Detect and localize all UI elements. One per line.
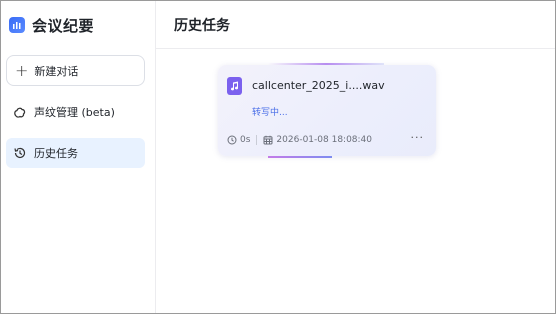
card-progress-line — [268, 156, 332, 158]
app-logo-icon — [9, 17, 25, 33]
page-title: 历史任务 — [174, 17, 230, 34]
more-options-button[interactable]: ··· — [411, 131, 425, 144]
history-icon — [12, 145, 28, 161]
audio-file-icon — [227, 77, 242, 95]
new-chat-label: 新建对话 — [34, 64, 79, 78]
clock-icon — [227, 135, 237, 145]
card-accent-line — [268, 63, 384, 65]
sidebar-item-history[interactable]: 历史任务 — [6, 138, 145, 168]
voiceprint-icon — [12, 104, 28, 120]
task-file-name: callcenter_2025_i....wav — [252, 79, 385, 92]
app-title: 会议纪要 — [32, 16, 95, 35]
created-time-value: 2026-01-08 18:08:40 — [276, 135, 373, 145]
plus-icon: + — [15, 60, 29, 80]
task-status: 转写中... — [252, 108, 288, 118]
sidebar-item-label: 历史任务 — [34, 147, 78, 160]
sidebar: 会议纪要 + 新建对话 声纹管理 (beta) 历史任务 — [1, 1, 156, 313]
created-time: 2026-01-08 18:08:40 — [263, 135, 372, 145]
duration-value: 0s — [240, 135, 251, 145]
duration: 0s — [227, 135, 250, 145]
new-chat-button[interactable]: + 新建对话 — [6, 55, 145, 86]
app-window: 会议纪要 + 新建对话 声纹管理 (beta) 历史任务 历史任务 callce… — [0, 0, 556, 314]
meta-divider — [256, 135, 258, 145]
sidebar-item-voiceprint[interactable]: 声纹管理 (beta) — [6, 97, 145, 127]
calendar-icon — [263, 135, 273, 145]
task-card[interactable]: callcenter_2025_i....wav 转写中... 0s 2026-… — [218, 63, 436, 158]
task-meta: 0s 2026-01-08 18:08:40 — [227, 135, 372, 145]
sidebar-item-label: 声纹管理 (beta) — [34, 106, 115, 119]
main-content: 历史任务 callcenter_2025_i....wav 转写中... 0s — [156, 1, 555, 313]
app-header: 会议纪要 — [1, 1, 155, 49]
main-header: 历史任务 — [156, 1, 555, 49]
